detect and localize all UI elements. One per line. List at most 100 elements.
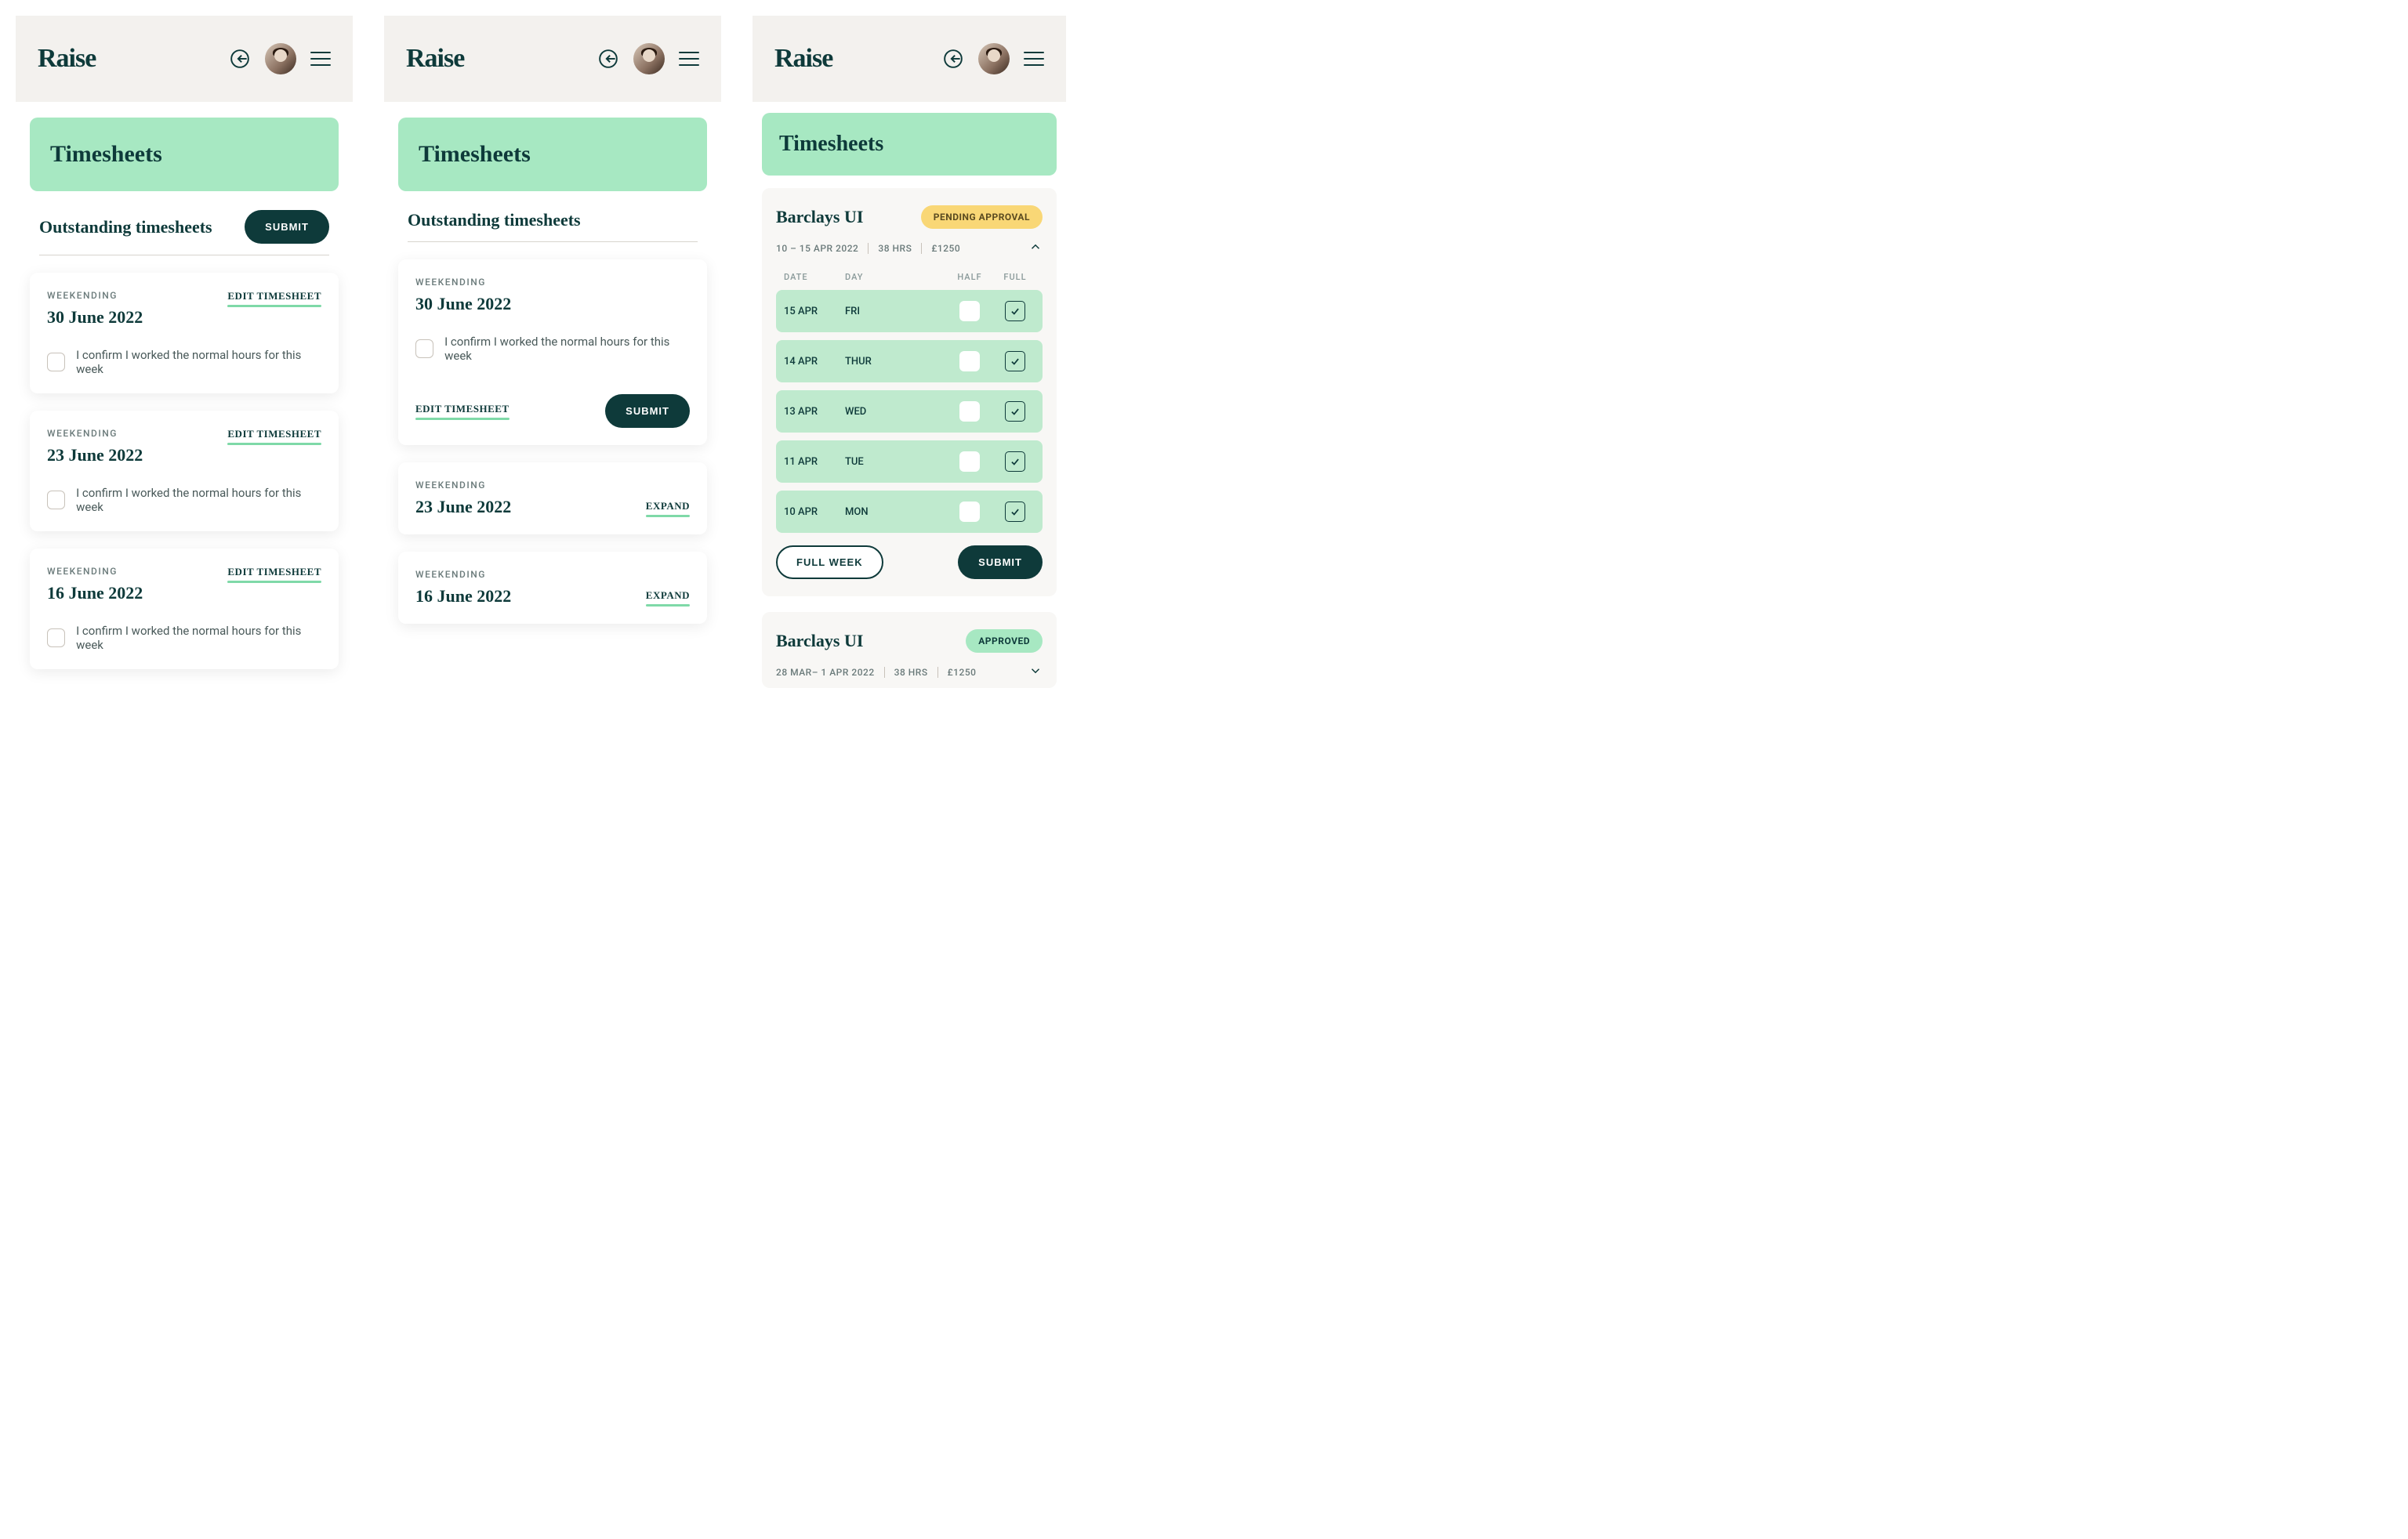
full-week-button[interactable]: FULL WEEK [776,545,883,579]
row-date: 15 APR [784,306,839,317]
half-day-checkbox[interactable] [959,301,980,321]
project-title: Barclays UI [776,207,863,227]
screen-1: Raise Timesheets Outstanding timesheets … [16,16,353,702]
row-day: WED [845,406,944,418]
chevron-down-icon[interactable] [1028,664,1043,680]
full-day-checkbox[interactable] [1005,401,1025,422]
card-actions: EDIT TIMESHEET SUBMIT [415,394,690,428]
menu-icon[interactable] [1024,52,1044,66]
meta-row: 10 – 15 APR 2022 38 HRS £1250 [776,240,1043,256]
confirm-checkbox[interactable] [47,628,65,647]
submit-button[interactable]: SUBMIT [245,210,329,244]
header-actions [942,43,1044,74]
amount: £1250 [948,667,977,678]
weekending-label: WEEKENDING [415,569,511,580]
menu-icon[interactable] [679,52,699,66]
row-day: MON [845,506,944,518]
edit-timesheet-link[interactable]: EDIT TIMESHEET [415,403,510,420]
separator [937,667,938,678]
page-title: Timesheets [30,118,339,191]
expand-link[interactable]: EXPAND [646,589,690,607]
edit-timesheet-link[interactable]: EDIT TIMESHEET [227,428,321,445]
logout-icon[interactable] [229,48,251,70]
avatar[interactable] [265,43,296,74]
app-header: Raise [16,16,353,102]
confirm-row: I confirm I worked the normal hours for … [415,335,690,363]
full-day-checkbox[interactable] [1005,301,1025,321]
page-content: Timesheets Outstanding timesheets WEEKEN… [384,102,721,657]
half-day-checkbox[interactable] [959,451,980,472]
weekending-date: 16 June 2022 [415,586,511,607]
row-day: FRI [845,306,944,317]
logout-icon[interactable] [597,48,619,70]
weekending-date: 30 June 2022 [415,294,690,314]
confirm-checkbox[interactable] [47,353,65,371]
half-day-checkbox[interactable] [959,502,980,522]
separator [921,243,922,254]
day-row: 14 APR THUR [776,340,1043,382]
avatar[interactable] [633,43,665,74]
col-full: FULL [995,272,1035,282]
brand-logo: Raise [38,44,96,74]
separator [884,667,885,678]
weekending-label: WEEKENDING [47,290,143,301]
confirm-checkbox[interactable] [415,339,433,358]
date-range: 28 MAR– 1 APR 2022 [776,667,875,678]
weekending-label: WEEKENDING [415,480,511,491]
weekending-label: WEEKENDING [415,277,690,288]
confirm-checkbox[interactable] [47,491,65,509]
meta-row: 28 MAR– 1 APR 2022 38 HRS £1250 [776,664,1043,680]
edit-timesheet-link[interactable]: EDIT TIMESHEET [227,290,321,307]
weekending-date: 30 June 2022 [47,307,143,328]
date-range: 10 – 15 APR 2022 [776,243,858,254]
screen-3: Raise Timesheets Barclays UI PENDING APP… [752,16,1066,702]
weekending-date: 23 June 2022 [47,445,143,465]
confirm-text: I confirm I worked the normal hours for … [444,335,690,363]
timesheet-card: WEEKENDING 23 June 2022 EDIT TIMESHEET I… [30,411,339,531]
app-header: Raise [384,16,721,102]
timesheet-card: WEEKENDING 16 June 2022 EDIT TIMESHEET I… [30,549,339,669]
row-date: 13 APR [784,406,839,418]
submit-button[interactable]: SUBMIT [605,394,690,428]
row-date: 11 APR [784,456,839,468]
chevron-up-icon[interactable] [1028,240,1043,256]
status-badge-pending: PENDING APPROVAL [921,205,1043,229]
avatar[interactable] [978,43,1010,74]
day-row: 13 APR WED [776,390,1043,433]
submit-button[interactable]: SUBMIT [958,545,1043,579]
weekending-label: WEEKENDING [47,428,143,439]
day-row: 10 APR MON [776,491,1043,533]
header-actions [229,43,331,74]
confirm-text: I confirm I worked the normal hours for … [76,348,321,376]
detail-actions: FULL WEEK SUBMIT [776,545,1043,579]
full-day-checkbox[interactable] [1005,351,1025,371]
divider [408,241,698,242]
col-date: DATE [784,272,839,282]
expand-link[interactable]: EXPAND [646,500,690,517]
timesheet-detail-card: Barclays UI PENDING APPROVAL 10 – 15 APR… [762,188,1057,596]
full-day-checkbox[interactable] [1005,451,1025,472]
full-day-checkbox[interactable] [1005,502,1025,522]
confirm-row: I confirm I worked the normal hours for … [47,348,321,376]
menu-icon[interactable] [310,52,331,66]
section-head: Outstanding timesheets [408,210,698,230]
weekending-label: WEEKENDING [47,566,143,577]
grid-header: DATE DAY HALF FULL [776,272,1043,290]
amount: £1250 [931,243,960,254]
page-title: Timesheets [762,113,1057,176]
day-row: 11 APR TUE [776,440,1043,483]
section-title: Outstanding timesheets [39,217,212,237]
hours: 38 HRS [878,243,912,254]
hours: 38 HRS [894,667,928,678]
timesheet-card-collapsed: WEEKENDING 16 June 2022 EXPAND [398,552,707,624]
logout-icon[interactable] [942,48,964,70]
edit-timesheet-link[interactable]: EDIT TIMESHEET [227,566,321,583]
half-day-checkbox[interactable] [959,351,980,371]
col-half: HALF [950,272,989,282]
section-head: Outstanding timesheets SUBMIT [39,210,329,244]
row-date: 14 APR [784,356,839,368]
page-title: Timesheets [398,118,707,191]
half-day-checkbox[interactable] [959,401,980,422]
app-header: Raise [752,16,1066,102]
project-title: Barclays UI [776,631,863,651]
